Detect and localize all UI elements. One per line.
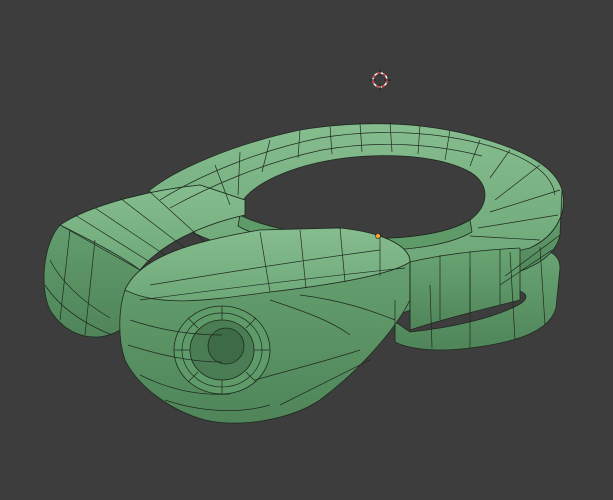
viewport-canvas[interactable]: [0, 0, 613, 500]
object-origin-icon[interactable]: [375, 233, 381, 239]
clamp-mesh[interactable]: [43, 121, 564, 424]
3d-cursor-icon[interactable]: [369, 69, 391, 91]
3d-viewport[interactable]: [0, 0, 613, 500]
bolt-hole: [207, 327, 245, 365]
